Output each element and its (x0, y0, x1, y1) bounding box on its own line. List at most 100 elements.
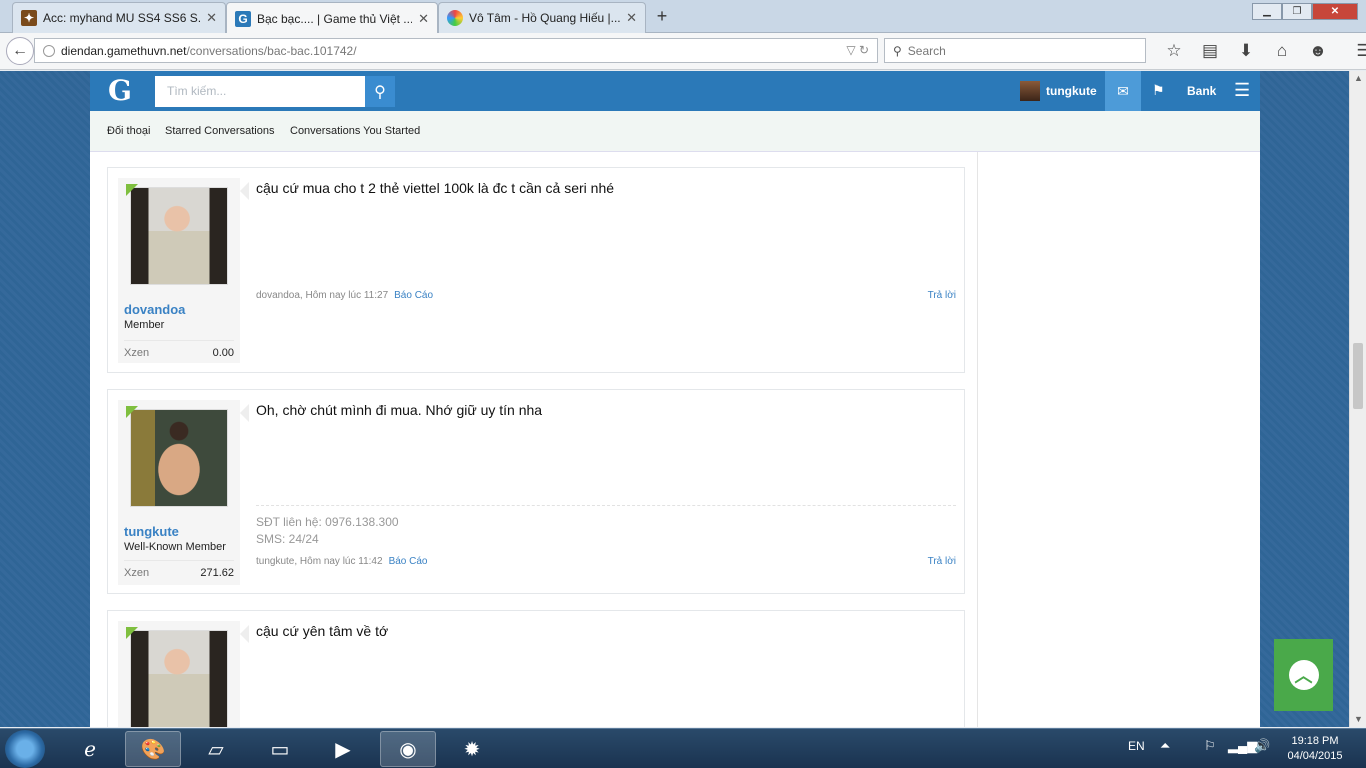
reply-link[interactable]: Trả lời (928, 556, 956, 567)
bubble-arrow (240, 182, 249, 200)
user-rank: Well-Known Member (124, 541, 226, 553)
message-meta: dovandoa, Hôm nay lúc 11:27 Báo Cáo (256, 290, 433, 301)
subnav-starred[interactable]: Starred Conversations (165, 125, 274, 137)
bookmark-star-icon[interactable]: ☆ (1156, 41, 1192, 61)
page-scrollbar[interactable]: ▲ ▼ (1349, 71, 1366, 727)
author-name[interactable]: dovandoa (124, 302, 185, 317)
conversation-subnav: Đối thoại Starred Conversations Conversa… (90, 111, 1260, 152)
paint-icon[interactable]: 🎨 (125, 731, 181, 767)
system-clock[interactable]: 19:18 PM 04/04/2015 (1284, 734, 1346, 764)
search-icon[interactable]: ⚲ (365, 76, 395, 107)
author-name[interactable]: tungkute (124, 524, 179, 539)
internet-explorer-icon[interactable]: ℯ (62, 731, 118, 767)
username: tungkute (1046, 84, 1097, 98)
site-logo[interactable]: G (108, 74, 132, 107)
close-window-icon[interactable]: ✕ (1312, 3, 1358, 20)
hamburger-menu-icon[interactable]: ☰ (1234, 80, 1250, 101)
user-card: dovandoa Member Xzen 0.00 (118, 178, 240, 363)
new-tab-icon[interactable]: + (652, 6, 672, 27)
action-center-icon[interactable]: ⚐ (1204, 738, 1216, 754)
message-datetime: tungkute, Hôm nay lúc 11:42 (256, 556, 383, 567)
scroll-up-icon[interactable]: ▲ (1354, 73, 1363, 83)
minimize-icon[interactable]: ▁ (1252, 3, 1282, 20)
bubble-arrow (240, 625, 249, 643)
avatar[interactable] (130, 630, 228, 727)
online-indicator (126, 184, 138, 196)
notes-icon[interactable]: ▱ (188, 731, 244, 767)
message-meta: tungkute, Hôm nay lúc 11:42 Báo Cáo (256, 556, 427, 567)
forum-container: G Tìm kiếm... ⚲ tungkute ✉ ⚑ Bank ☰ Đối … (90, 71, 1260, 727)
close-tab-icon[interactable]: ✕ (626, 10, 637, 26)
online-indicator (126, 406, 138, 418)
tab-vo-tam[interactable]: Vô Tâm - Hồ Quang Hiếu |... ✕ (438, 2, 646, 33)
envelope-icon[interactable]: ✉ (1105, 71, 1141, 111)
address-bar[interactable]: diendan.gamethuvn.net/conversations/bac-… (34, 38, 878, 63)
forum-search-input[interactable]: Tìm kiếm... (155, 76, 365, 107)
bank-link[interactable]: Bank (1187, 84, 1216, 98)
tab-mu-acc[interactable]: ✦ Acc: myhand MU SS4 SS6 S... ✕ (12, 2, 226, 33)
search-icon: ⚲ (893, 43, 902, 58)
scroll-to-top-button[interactable]: ︿ (1274, 639, 1333, 711)
reply-link[interactable]: Trả lời (928, 290, 956, 301)
gamethuvn-favicon-icon: G (235, 10, 251, 27)
signature-phone: SĐT liên hệ: 0976.138.300 (256, 515, 399, 529)
message-text: cậu cứ yên tâm về tớ (256, 623, 389, 639)
game-favicon-icon: ✦ (21, 10, 37, 26)
back-arrow-icon[interactable]: ← (6, 37, 34, 65)
xzen-row: Xzen 0.00 (124, 340, 234, 359)
maximize-icon[interactable]: ❐ (1282, 3, 1312, 20)
report-link[interactable]: Báo Cáo (394, 290, 433, 301)
browser-search-field[interactable]: ⚲ Search (884, 38, 1146, 63)
download-icon[interactable]: ⬇ (1228, 41, 1264, 61)
windows-taskbar: ℯ 🎨 ▱ ▭ ▶ ◉ ✹ EN ⏶ ⚐ ▂▄▆ 🔊 19:18 PM 04/0… (0, 728, 1366, 768)
bubble-arrow (240, 404, 249, 422)
hamburger-menu-icon[interactable]: ☰ (1346, 41, 1366, 61)
globe-icon (43, 44, 55, 57)
window-controls: ▁ ❐ ✕ (1252, 3, 1358, 20)
url-path: /conversations/bac-bac.101742/ (186, 43, 357, 58)
reload-icon[interactable]: ▽ ↻ (846, 43, 869, 57)
avatar[interactable] (130, 187, 228, 285)
scroll-down-icon[interactable]: ▼ (1354, 714, 1363, 724)
chat-icon[interactable]: ☻ (1300, 41, 1336, 61)
clock-date: 04/04/2015 (1287, 750, 1343, 762)
report-link[interactable]: Báo Cáo (389, 556, 428, 567)
close-tab-icon[interactable]: ✕ (206, 10, 217, 26)
flag-icon[interactable]: ⚑ (1152, 82, 1165, 99)
network-signal-icon[interactable]: ▂▄▆ (1228, 738, 1257, 754)
clock-time: 19:18 PM (1291, 735, 1339, 747)
scrollbar-thumb[interactable] (1353, 343, 1363, 409)
show-hidden-icons-icon[interactable]: ⏶ (1160, 738, 1170, 754)
tab-title: Acc: myhand MU SS4 SS6 S... (43, 11, 201, 25)
xzen-label: Xzen (124, 347, 150, 359)
forum-header: G Tìm kiếm... ⚲ tungkute ✉ ⚑ Bank ☰ (90, 71, 1260, 111)
media-player-icon[interactable]: ▶ (315, 731, 371, 767)
game-app-icon[interactable]: ✹ (444, 731, 500, 767)
subnav-conversations[interactable]: Đối thoại (107, 125, 150, 137)
subnav-started[interactable]: Conversations You Started (290, 125, 420, 137)
start-button[interactable] (5, 730, 45, 768)
volume-icon[interactable]: 🔊 (1254, 738, 1270, 754)
xzen-value: 0.00 (212, 347, 234, 359)
url-domain: diendan.gamethuvn.net (61, 43, 187, 58)
folder-icon[interactable]: ▭ (252, 731, 308, 767)
message-text: Oh, chờ chút mình đi mua. Nhớ giữ uy tín… (256, 402, 543, 418)
avatar[interactable] (130, 409, 228, 507)
reading-list-icon[interactable]: ▤ (1192, 41, 1228, 61)
search-placeholder: Search (907, 43, 946, 58)
signature-sms: SMS: 24/24 (256, 532, 319, 546)
message-2: tungkute Well-Known Member Xzen 271.62 O… (107, 389, 965, 594)
browser-tab-strip: ✦ Acc: myhand MU SS4 SS6 S... ✕ G Bạc bạ… (0, 0, 1366, 34)
message-text: cậu cứ mua cho t 2 thẻ viettel 100k là đ… (256, 180, 615, 196)
language-indicator[interactable]: EN (1128, 739, 1145, 753)
browser-toolbar-icons: ☆ ▤ ⬇ ⌂ ☻ ☰ (1156, 41, 1366, 61)
home-icon[interactable]: ⌂ (1264, 41, 1300, 61)
avatar (1020, 81, 1040, 101)
firefox-icon[interactable]: ◉ (380, 731, 436, 767)
tab-title: Vô Tâm - Hồ Quang Hiếu |... (469, 11, 621, 25)
signature: SĐT liên hệ: 0976.138.300 SMS: 24/24 (256, 505, 956, 548)
user-menu[interactable]: tungkute (1020, 81, 1097, 101)
message-datetime: dovandoa, Hôm nay lúc 11:27 (256, 290, 389, 301)
close-tab-icon[interactable]: ✕ (418, 11, 429, 27)
tab-bac-bac[interactable]: G Bạc bạc.... | Game thủ Việt ... ✕ (226, 2, 438, 34)
